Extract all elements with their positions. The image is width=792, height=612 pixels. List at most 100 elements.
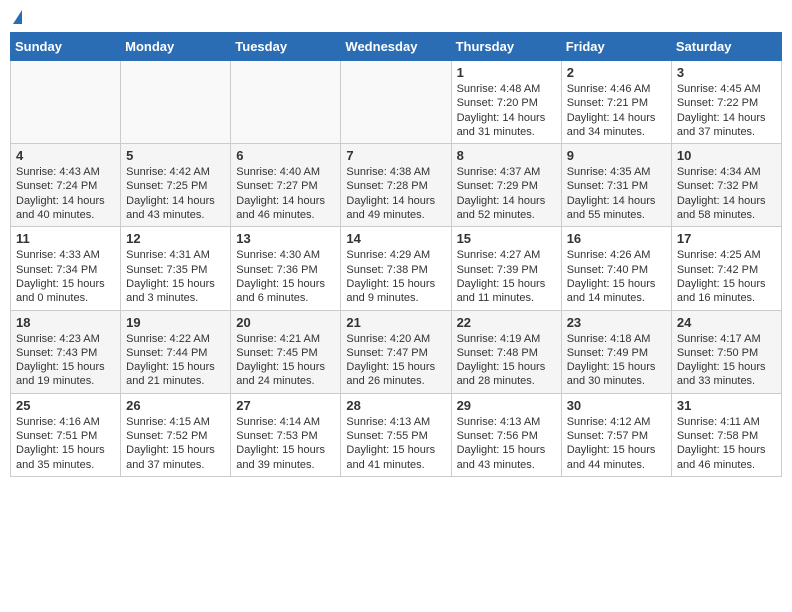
calendar-cell: 16Sunrise: 4:26 AMSunset: 7:40 PMDayligh…: [561, 227, 671, 310]
daylight-hours: Daylight: 15 hours: [677, 443, 776, 457]
sunset-text: Sunset: 7:52 PM: [126, 429, 225, 443]
day-header-saturday: Saturday: [671, 33, 781, 61]
sunrise-text: Sunrise: 4:26 AM: [567, 248, 666, 262]
calendar-cell: [121, 61, 231, 144]
sunset-text: Sunset: 7:44 PM: [126, 346, 225, 360]
calendar-cell: 14Sunrise: 4:29 AMSunset: 7:38 PMDayligh…: [341, 227, 451, 310]
calendar-cell: 18Sunrise: 4:23 AMSunset: 7:43 PMDayligh…: [11, 310, 121, 393]
calendar-cell: 28Sunrise: 4:13 AMSunset: 7:55 PMDayligh…: [341, 393, 451, 476]
daylight-hours: Daylight: 15 hours: [126, 277, 225, 291]
daylight-hours: Daylight: 15 hours: [236, 360, 335, 374]
sunrise-text: Sunrise: 4:12 AM: [567, 415, 666, 429]
day-number: 9: [567, 148, 666, 163]
daylight-hours: and 40 minutes.: [16, 208, 115, 222]
sunrise-text: Sunrise: 4:15 AM: [126, 415, 225, 429]
daylight-hours: Daylight: 15 hours: [457, 443, 556, 457]
sunrise-text: Sunrise: 4:42 AM: [126, 165, 225, 179]
day-number: 20: [236, 315, 335, 330]
daylight-hours: Daylight: 15 hours: [126, 443, 225, 457]
daylight-hours: Daylight: 15 hours: [677, 277, 776, 291]
logo: [10, 10, 22, 24]
daylight-hours: Daylight: 14 hours: [677, 194, 776, 208]
calendar-cell: [341, 61, 451, 144]
daylight-hours: Daylight: 14 hours: [457, 111, 556, 125]
daylight-hours: Daylight: 15 hours: [16, 277, 115, 291]
daylight-hours: Daylight: 15 hours: [567, 277, 666, 291]
calendar-cell: 27Sunrise: 4:14 AMSunset: 7:53 PMDayligh…: [231, 393, 341, 476]
day-header-thursday: Thursday: [451, 33, 561, 61]
sunset-text: Sunset: 7:42 PM: [677, 263, 776, 277]
sunset-text: Sunset: 7:21 PM: [567, 96, 666, 110]
day-number: 19: [126, 315, 225, 330]
daylight-hours: Daylight: 14 hours: [677, 111, 776, 125]
sunrise-text: Sunrise: 4:43 AM: [16, 165, 115, 179]
day-number: 27: [236, 398, 335, 413]
calendar-week-4: 18Sunrise: 4:23 AMSunset: 7:43 PMDayligh…: [11, 310, 782, 393]
daylight-hours: and 41 minutes.: [346, 458, 445, 472]
day-number: 26: [126, 398, 225, 413]
sunrise-text: Sunrise: 4:40 AM: [236, 165, 335, 179]
daylight-hours: and 21 minutes.: [126, 374, 225, 388]
sunset-text: Sunset: 7:50 PM: [677, 346, 776, 360]
calendar-cell: 20Sunrise: 4:21 AMSunset: 7:45 PMDayligh…: [231, 310, 341, 393]
sunset-text: Sunset: 7:58 PM: [677, 429, 776, 443]
sunset-text: Sunset: 7:20 PM: [457, 96, 556, 110]
day-number: 17: [677, 231, 776, 246]
day-number: 25: [16, 398, 115, 413]
sunset-text: Sunset: 7:34 PM: [16, 263, 115, 277]
calendar-cell: 12Sunrise: 4:31 AMSunset: 7:35 PMDayligh…: [121, 227, 231, 310]
day-number: 23: [567, 315, 666, 330]
daylight-hours: Daylight: 15 hours: [567, 443, 666, 457]
daylight-hours: and 55 minutes.: [567, 208, 666, 222]
sunset-text: Sunset: 7:51 PM: [16, 429, 115, 443]
daylight-hours: and 46 minutes.: [677, 458, 776, 472]
daylight-hours: Daylight: 14 hours: [346, 194, 445, 208]
sunrise-text: Sunrise: 4:31 AM: [126, 248, 225, 262]
daylight-hours: and 0 minutes.: [16, 291, 115, 305]
daylight-hours: and 37 minutes.: [126, 458, 225, 472]
sunrise-text: Sunrise: 4:21 AM: [236, 332, 335, 346]
daylight-hours: Daylight: 15 hours: [236, 277, 335, 291]
daylight-hours: Daylight: 14 hours: [16, 194, 115, 208]
day-header-monday: Monday: [121, 33, 231, 61]
day-number: 14: [346, 231, 445, 246]
calendar-cell: 6Sunrise: 4:40 AMSunset: 7:27 PMDaylight…: [231, 144, 341, 227]
daylight-hours: Daylight: 14 hours: [567, 111, 666, 125]
calendar-cell: 2Sunrise: 4:46 AMSunset: 7:21 PMDaylight…: [561, 61, 671, 144]
sunset-text: Sunset: 7:39 PM: [457, 263, 556, 277]
calendar-cell: 3Sunrise: 4:45 AMSunset: 7:22 PMDaylight…: [671, 61, 781, 144]
calendar-cell: 8Sunrise: 4:37 AMSunset: 7:29 PMDaylight…: [451, 144, 561, 227]
calendar-week-5: 25Sunrise: 4:16 AMSunset: 7:51 PMDayligh…: [11, 393, 782, 476]
day-number: 21: [346, 315, 445, 330]
day-number: 4: [16, 148, 115, 163]
daylight-hours: Daylight: 15 hours: [346, 443, 445, 457]
daylight-hours: and 24 minutes.: [236, 374, 335, 388]
calendar-week-1: 1Sunrise: 4:48 AMSunset: 7:20 PMDaylight…: [11, 61, 782, 144]
daylight-hours: Daylight: 14 hours: [567, 194, 666, 208]
daylight-hours: and 35 minutes.: [16, 458, 115, 472]
daylight-hours: Daylight: 15 hours: [457, 360, 556, 374]
day-header-tuesday: Tuesday: [231, 33, 341, 61]
day-header-sunday: Sunday: [11, 33, 121, 61]
sunrise-text: Sunrise: 4:30 AM: [236, 248, 335, 262]
sunset-text: Sunset: 7:24 PM: [16, 179, 115, 193]
sunset-text: Sunset: 7:56 PM: [457, 429, 556, 443]
sunrise-text: Sunrise: 4:25 AM: [677, 248, 776, 262]
daylight-hours: Daylight: 15 hours: [677, 360, 776, 374]
daylight-hours: and 39 minutes.: [236, 458, 335, 472]
sunrise-text: Sunrise: 4:23 AM: [16, 332, 115, 346]
daylight-hours: Daylight: 15 hours: [16, 360, 115, 374]
calendar-table: SundayMondayTuesdayWednesdayThursdayFrid…: [10, 32, 782, 477]
day-number: 3: [677, 65, 776, 80]
calendar-cell: 9Sunrise: 4:35 AMSunset: 7:31 PMDaylight…: [561, 144, 671, 227]
sunrise-text: Sunrise: 4:19 AM: [457, 332, 556, 346]
daylight-hours: and 14 minutes.: [567, 291, 666, 305]
daylight-hours: and 43 minutes.: [457, 458, 556, 472]
sunset-text: Sunset: 7:57 PM: [567, 429, 666, 443]
daylight-hours: and 49 minutes.: [346, 208, 445, 222]
sunrise-text: Sunrise: 4:34 AM: [677, 165, 776, 179]
calendar-week-2: 4Sunrise: 4:43 AMSunset: 7:24 PMDaylight…: [11, 144, 782, 227]
day-number: 16: [567, 231, 666, 246]
daylight-hours: and 28 minutes.: [457, 374, 556, 388]
daylight-hours: and 3 minutes.: [126, 291, 225, 305]
